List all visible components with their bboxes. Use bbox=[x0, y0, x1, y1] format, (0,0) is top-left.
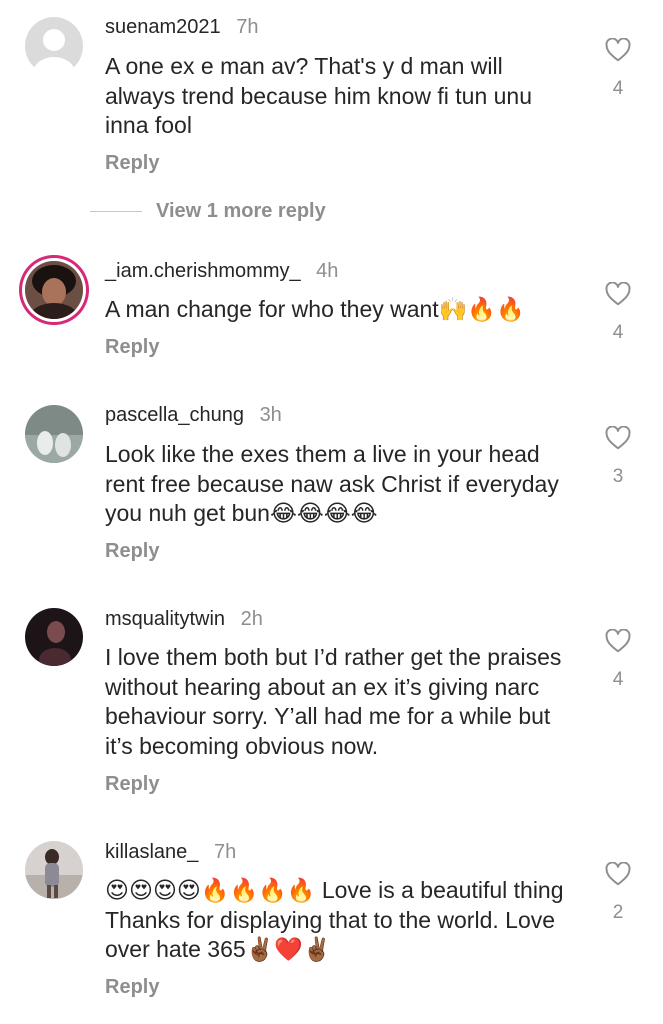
reply-button[interactable]: Reply bbox=[105, 773, 159, 796]
comment-time: 7h bbox=[236, 16, 259, 38]
reply-button[interactable]: Reply bbox=[105, 540, 159, 563]
heart-outline-icon bbox=[605, 862, 631, 886]
comment-time: 2h bbox=[240, 608, 263, 630]
avatar[interactable] bbox=[25, 405, 83, 463]
comment-username[interactable]: pascella_chung bbox=[105, 404, 244, 426]
comment-text: A one ex e man av? That's y d man will a… bbox=[105, 53, 533, 138]
comment-meta: _iam.cherishmommy_ 4h bbox=[105, 260, 338, 283]
heart-outline-icon bbox=[605, 38, 631, 62]
comment-meta: suenam2021 7h bbox=[105, 16, 258, 39]
like-button[interactable]: 4 bbox=[600, 629, 636, 691]
avatar[interactable] bbox=[25, 608, 83, 666]
like-count: 2 bbox=[612, 902, 624, 923]
avatar[interactable] bbox=[25, 841, 83, 899]
replies-divider bbox=[90, 211, 142, 212]
avatar[interactable] bbox=[25, 261, 83, 319]
like-count: 3 bbox=[612, 466, 624, 487]
comment-time: 3h bbox=[259, 404, 282, 426]
comment-username[interactable]: msqualitytwin bbox=[105, 608, 225, 630]
heart-outline-icon bbox=[605, 629, 631, 653]
like-button[interactable]: 2 bbox=[600, 862, 636, 924]
like-button[interactable]: 4 bbox=[600, 282, 636, 344]
profile-photo bbox=[25, 841, 83, 899]
heart-outline-icon bbox=[605, 426, 631, 450]
reply-button[interactable]: Reply bbox=[105, 336, 159, 359]
profile-photo bbox=[25, 261, 83, 319]
comment-meta: msqualitytwin 2h bbox=[105, 608, 263, 631]
comment-meta: pascella_chung 3h bbox=[105, 404, 282, 427]
comment-username[interactable]: suenam2021 bbox=[105, 16, 221, 38]
comment-meta: killaslane_ 7h bbox=[105, 841, 236, 864]
comment-time: 4h bbox=[316, 260, 339, 282]
comment-text: Look like the exes them a live in your h… bbox=[105, 441, 559, 526]
heart-outline-icon bbox=[605, 282, 631, 306]
profile-photo bbox=[25, 608, 83, 666]
default-avatar-icon bbox=[25, 17, 83, 75]
avatar[interactable] bbox=[25, 17, 83, 75]
profile-photo bbox=[25, 405, 83, 463]
comment-text: I love them both but I’d rather get the … bbox=[105, 644, 562, 759]
reply-button[interactable]: Reply bbox=[105, 976, 159, 999]
like-count: 4 bbox=[612, 669, 624, 690]
view-more-replies-button[interactable]: View 1 more reply bbox=[156, 200, 326, 223]
comment-text: 😍😍😍😍🔥🔥🔥🔥 Love is a beautiful thing Thank… bbox=[105, 877, 564, 962]
like-count: 4 bbox=[612, 78, 624, 99]
comment-time: 7h bbox=[213, 841, 237, 863]
comment-username[interactable]: _iam.cherishmommy_ bbox=[105, 260, 301, 282]
reply-button[interactable]: Reply bbox=[105, 152, 159, 175]
comment-text: A man change for who they want🙌🔥🔥 bbox=[105, 296, 525, 322]
comment-username[interactable]: killaslane_ bbox=[105, 841, 198, 863]
like-button[interactable]: 4 bbox=[600, 38, 636, 100]
like-button[interactable]: 3 bbox=[600, 426, 636, 488]
like-count: 4 bbox=[612, 322, 624, 343]
